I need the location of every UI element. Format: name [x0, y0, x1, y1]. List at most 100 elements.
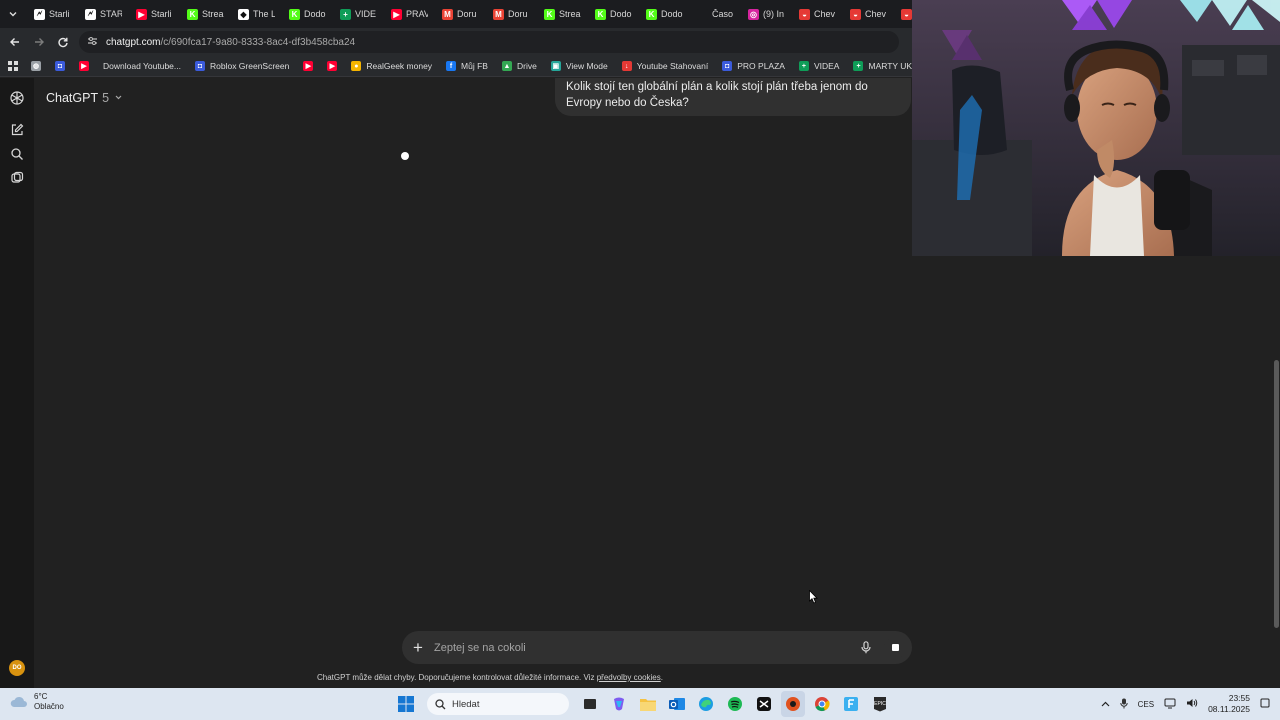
browser-tab[interactable]: K Dodo	[638, 0, 689, 28]
cloud-icon	[10, 696, 28, 707]
url-field[interactable]: chatgpt.com/c/690fca17-9a80-8333-8ac4-df…	[79, 31, 899, 53]
model-name: ChatGPT	[46, 91, 99, 105]
bookmark-label: Download Youtube...	[103, 61, 181, 71]
tab-favicon-icon: ◒	[901, 8, 912, 20]
frame-app-icon[interactable]	[839, 691, 863, 717]
bookmark-item[interactable]: ▶	[296, 61, 320, 71]
library-icon[interactable]	[6, 167, 28, 189]
microphone-icon[interactable]	[854, 641, 878, 654]
network-icon[interactable]	[1164, 698, 1176, 711]
browser-tab[interactable]: ▶ PRAV	[383, 0, 434, 28]
tab-title: PRAV	[406, 9, 428, 19]
chrome-icon[interactable]	[810, 691, 834, 717]
tab-title: Starli	[49, 9, 70, 19]
browser-tab[interactable]: 🗲 Starli	[26, 0, 77, 28]
openai-logo-icon[interactable]	[6, 87, 28, 109]
browser-tab[interactable]: ◆ The L	[230, 0, 281, 28]
weather-temp: 6°C	[34, 692, 48, 701]
bookmark-favicon-icon: ▶	[79, 61, 89, 71]
browser-tab[interactable]: + VIDE	[332, 0, 383, 28]
epic-games-icon[interactable]: EPIC	[868, 691, 892, 717]
add-attachment-button[interactable]: +	[402, 639, 434, 656]
browser-tab[interactable]: K Dodo	[587, 0, 638, 28]
bookmark-item[interactable]: ↓ Youtube Stahovaní	[615, 61, 716, 71]
system-clock[interactable]: 23:55 08.11.2025	[1208, 693, 1250, 715]
tab-title: Časo	[712, 9, 734, 19]
cookie-preferences-link[interactable]: předvolby cookies	[597, 673, 661, 682]
browser-tab[interactable]: M Doru	[485, 0, 536, 28]
outlook-icon[interactable]	[665, 691, 689, 717]
bookmark-item[interactable]: + MARTY UKOLY	[846, 61, 912, 71]
disclaimer-end: .	[660, 673, 663, 682]
bookmark-item[interactable]: ◘ PRO PLAZA	[715, 61, 792, 71]
tab-favicon-icon: K	[187, 8, 198, 20]
spotify-icon[interactable]	[723, 691, 747, 717]
browser-tab[interactable]: M Doru	[434, 0, 485, 28]
stop-generating-button[interactable]	[884, 636, 906, 659]
back-button[interactable]	[3, 30, 27, 54]
bookmark-favicon-icon: +	[853, 61, 864, 71]
browser-tab[interactable]: K Dodo	[281, 0, 332, 28]
bookmark-item[interactable]: ▣ View Mode	[544, 61, 615, 71]
scrollbar-thumb[interactable]	[1274, 360, 1279, 628]
input-language[interactable]: CES	[1138, 700, 1154, 709]
bookmark-favicon-icon: ◍	[31, 61, 41, 71]
browser-tab[interactable]: ◒ Chev	[842, 0, 893, 28]
weather-text: 6°C Oblačno	[34, 692, 64, 712]
model-selector[interactable]: ChatGPT 5	[46, 91, 123, 105]
tab-title: Starli	[151, 9, 172, 19]
browser-tab[interactable]: K Strea	[536, 0, 587, 28]
taskbar-search[interactable]: Hledat	[427, 693, 569, 715]
bookmark-item[interactable]: ● RealGeek money	[344, 61, 439, 71]
task-view-icon[interactable]	[578, 691, 602, 717]
tab-search-icon[interactable]	[0, 0, 26, 28]
capcut-icon[interactable]	[752, 691, 776, 717]
browser-tab[interactable]: K Strea	[179, 0, 230, 28]
bookmark-item[interactable]: ◍	[24, 61, 48, 71]
bookmark-item[interactable]: ▶	[72, 61, 96, 71]
bookmark-favicon-icon: +	[798, 61, 809, 71]
clock-date: 08.11.2025	[1208, 704, 1250, 714]
forward-button[interactable]	[27, 30, 51, 54]
bookmark-label: MARTY UKOLY	[868, 61, 912, 71]
prompt-input[interactable]	[434, 641, 854, 654]
url-host: chatgpt.com	[106, 36, 161, 48]
reload-button[interactable]	[51, 30, 75, 54]
bookmark-item[interactable]: ◘ Roblox GreenScreen	[188, 61, 296, 71]
bookmark-favicon-icon: ▶	[327, 61, 338, 71]
weather-widget[interactable]: 6°C Oblačno	[10, 692, 64, 712]
bookmark-item[interactable]: Download Youtube...	[96, 61, 188, 71]
browser-tab[interactable]: ◒ Chev	[791, 0, 842, 28]
browser-tab[interactable]: 🗲 STAR	[77, 0, 128, 28]
browser-tab[interactable]: Časo	[689, 0, 740, 28]
bookmark-label: Drive	[516, 61, 537, 71]
start-button[interactable]	[394, 691, 418, 717]
clock-time: 23:55	[1228, 693, 1250, 703]
tray-microphone-icon[interactable]	[1119, 698, 1128, 711]
bookmark-item[interactable]: f Můj FB	[439, 61, 495, 71]
tab-favicon-icon: ◆	[238, 8, 249, 20]
tab-title: Strea	[559, 9, 581, 19]
site-info-icon[interactable]	[87, 36, 98, 49]
edge-icon[interactable]	[694, 691, 718, 717]
copilot-icon[interactable]	[607, 691, 631, 717]
bookmark-item[interactable]: + VIDEA	[792, 61, 847, 71]
browser-tab[interactable]: ◎ (9) In	[740, 0, 791, 28]
obs-stream-icon[interactable]	[781, 691, 805, 717]
bookmark-item[interactable]: ▲ Drive	[495, 61, 544, 71]
browser-tab[interactable]: ▶ Starli	[128, 0, 179, 28]
apps-grid-icon[interactable]	[0, 61, 24, 71]
browser-tab[interactable]: ◒Cl	[893, 0, 912, 28]
taskbar-search-label: Hledat	[452, 698, 480, 710]
bookmark-item[interactable]: ◘	[48, 61, 72, 71]
notifications-icon[interactable]	[1260, 698, 1270, 710]
user-avatar[interactable]: DO	[9, 660, 25, 676]
browser-tabstrip: 🗲 Starli 🗲 STAR ▶ Starli K Strea ◆ The L K Dodo + VID…	[0, 0, 912, 28]
bookmark-item[interactable]: ▶	[320, 61, 344, 71]
chevron-down-icon	[114, 93, 123, 104]
new-chat-icon[interactable]	[6, 119, 28, 141]
volume-icon[interactable]	[1186, 698, 1198, 710]
file-explorer-icon[interactable]	[636, 691, 660, 717]
search-chats-icon[interactable]	[6, 143, 28, 165]
tray-overflow-icon[interactable]	[1101, 700, 1110, 709]
